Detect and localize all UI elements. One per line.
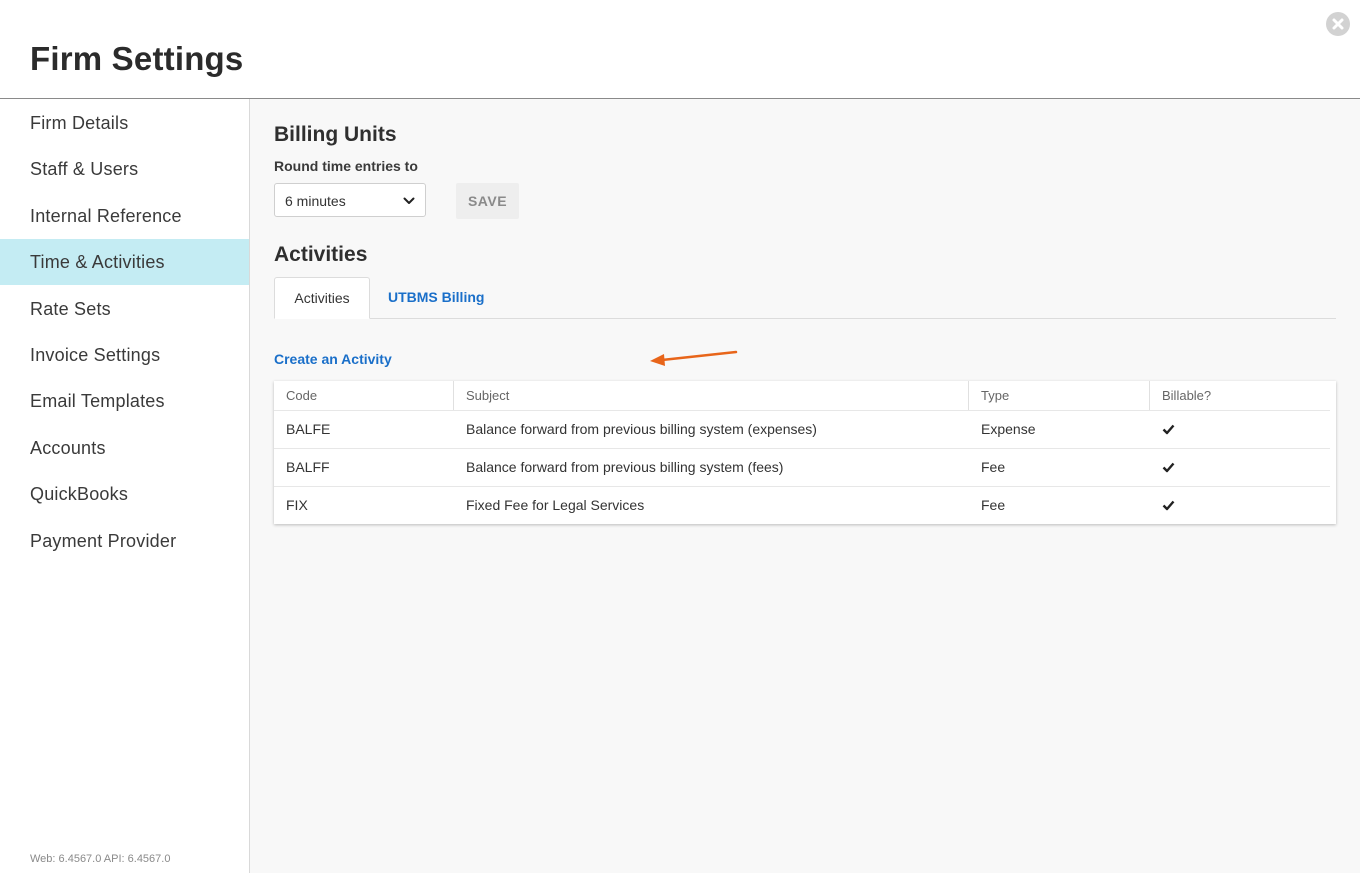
tab-activities[interactable]: Activities [274, 277, 370, 319]
sidebar-item-internal-reference[interactable]: Internal Reference [0, 193, 249, 239]
checkmark-icon [1162, 424, 1175, 435]
checkmark-icon [1162, 500, 1175, 511]
cell-subject: Balance forward from previous billing sy… [466, 421, 817, 437]
cell-code: BALFF [286, 459, 330, 475]
round-time-select[interactable]: 6 minutes [274, 183, 426, 217]
sidebar-item-payment-provider[interactable]: Payment Provider [0, 518, 249, 564]
create-activity-link[interactable]: Create an Activity [274, 351, 392, 367]
annotation-arrow-icon [650, 350, 738, 366]
modal-header: Firm Settings [0, 0, 1360, 99]
table-header-row: Code Subject Type Billable? [274, 381, 1330, 411]
column-header-subject[interactable]: Subject [454, 381, 969, 410]
activities-tabs: Activities UTBMS Billing [274, 277, 1336, 319]
billing-units-title: Billing Units [274, 123, 397, 146]
settings-sidebar: Firm Details Staff & Users Internal Refe… [0, 99, 250, 873]
column-header-type[interactable]: Type [969, 381, 1150, 410]
save-button[interactable]: SAVE [456, 183, 519, 219]
column-header-billable[interactable]: Billable? [1150, 381, 1330, 410]
column-header-code[interactable]: Code [274, 381, 454, 410]
round-time-label: Round time entries to [274, 158, 418, 174]
table-row[interactable]: BALFF Balance forward from previous bill… [274, 449, 1330, 487]
tab-utbms-billing[interactable]: UTBMS Billing [388, 277, 484, 319]
table-row[interactable]: BALFE Balance forward from previous bill… [274, 411, 1330, 449]
version-info: Web: 6.4567.0 API: 6.4567.0 [30, 853, 171, 865]
page-title: Firm Settings [30, 40, 244, 77]
sidebar-item-email-templates[interactable]: Email Templates [0, 378, 249, 424]
activities-table: Code Subject Type Billable? BALFE Balanc… [274, 381, 1336, 524]
cell-type: Fee [981, 497, 1006, 513]
activities-title: Activities [274, 243, 368, 266]
table-row[interactable]: FIX Fixed Fee for Legal Services Fee [274, 487, 1330, 524]
round-time-value: 6 minutes [285, 193, 346, 209]
close-icon[interactable] [1326, 12, 1350, 36]
cell-type: Expense [981, 421, 1036, 437]
sidebar-item-invoice-settings[interactable]: Invoice Settings [0, 332, 249, 378]
sidebar-item-staff-users[interactable]: Staff & Users [0, 146, 249, 192]
chevron-down-icon [403, 197, 415, 204]
main-content: Billing Units Round time entries to 6 mi… [250, 99, 1360, 873]
cell-subject: Balance forward from previous billing sy… [466, 459, 784, 475]
sidebar-item-accounts[interactable]: Accounts [0, 425, 249, 471]
cell-code: BALFE [286, 421, 331, 437]
sidebar-item-rate-sets[interactable]: Rate Sets [0, 286, 249, 332]
cell-type: Fee [981, 459, 1006, 475]
sidebar-item-firm-details[interactable]: Firm Details [0, 100, 249, 146]
cell-code: FIX [286, 497, 308, 513]
cell-subject: Fixed Fee for Legal Services [466, 497, 645, 513]
checkmark-icon [1162, 462, 1175, 473]
sidebar-item-quickbooks[interactable]: QuickBooks [0, 471, 249, 517]
sidebar-item-time-activities[interactable]: Time & Activities [0, 239, 249, 285]
